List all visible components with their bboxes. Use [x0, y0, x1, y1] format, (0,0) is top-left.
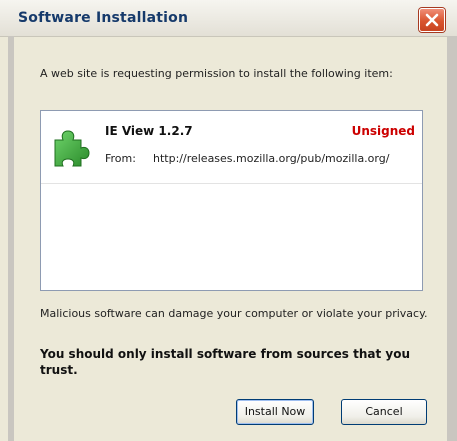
cancel-button[interactable]: Cancel: [341, 399, 427, 425]
left-frame-border: [8, 36, 14, 441]
install-now-button[interactable]: Install Now: [236, 399, 314, 425]
item-name: IE View 1.2.7: [105, 124, 193, 138]
close-button[interactable]: [419, 8, 445, 32]
window-title: Software Installation: [18, 10, 189, 26]
install-prompt-text: A web site is requesting permission to i…: [40, 67, 393, 80]
install-items-list[interactable]: IE View 1.2.7 Unsigned From: http://rele…: [40, 110, 423, 291]
malicious-software-warning: Malicious software can damage your compu…: [40, 307, 428, 320]
close-icon: [425, 13, 439, 27]
software-installation-dialog: Software Installation A web site is requ…: [0, 0, 457, 441]
unsigned-status: Unsigned: [351, 124, 415, 138]
from-label: From:: [105, 152, 136, 165]
puzzle-piece-icon: [54, 130, 90, 167]
trust-advice-text: You should only install software from so…: [40, 347, 410, 377]
list-item[interactable]: IE View 1.2.7 Unsigned From: http://rele…: [41, 111, 422, 184]
source-url: http://releases.mozilla.org/pub/mozilla.…: [153, 152, 390, 165]
right-frame-border: [447, 36, 457, 441]
title-bar[interactable]: Software Installation: [0, 0, 457, 37]
